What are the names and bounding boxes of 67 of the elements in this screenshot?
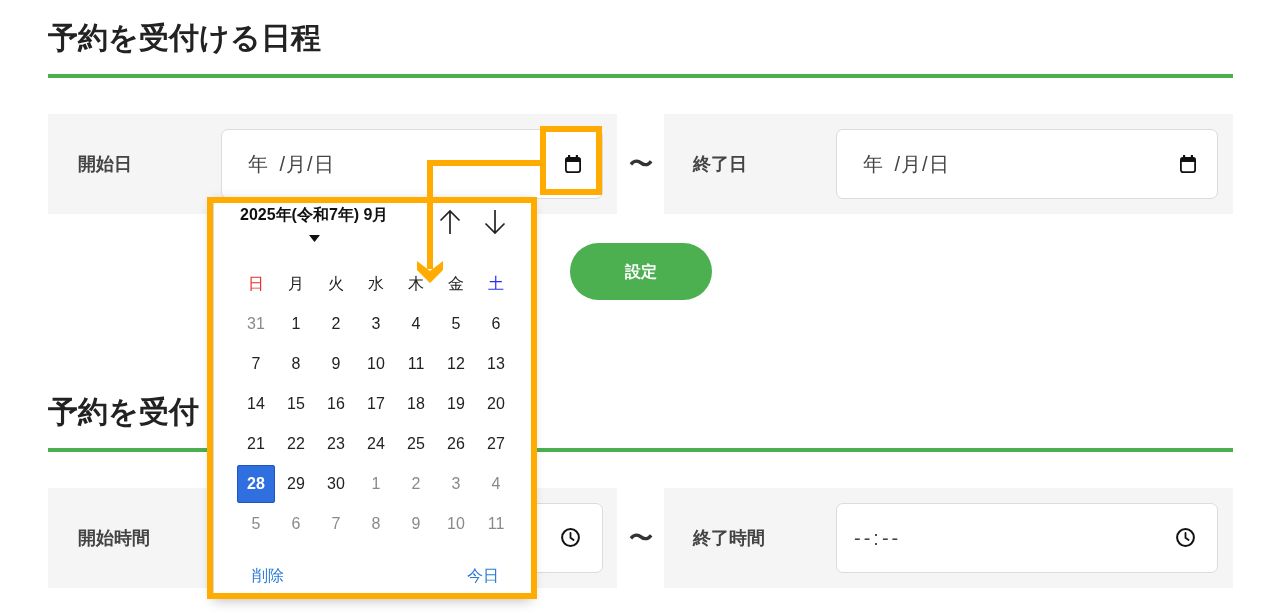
calendar-day[interactable]: 12: [437, 345, 475, 383]
field-label: 開始日: [78, 152, 133, 176]
section-heading: 予約を受付ける日程: [48, 20, 321, 56]
clear-link[interactable]: 削除: [252, 565, 284, 587]
calendar-day[interactable]: 31: [237, 305, 275, 343]
calendar-day[interactable]: 1: [357, 465, 395, 503]
calendar-day[interactable]: 8: [357, 505, 395, 543]
calendar-day[interactable]: 9: [317, 345, 355, 383]
calendar-day[interactable]: 6: [477, 305, 515, 343]
section-heading: 予約を受付: [48, 394, 199, 430]
calendar-day[interactable]: 7: [237, 345, 275, 383]
calendar-day[interactable]: 5: [437, 305, 475, 343]
weekday-label: 木: [407, 274, 425, 294]
weekday-label: 火: [327, 274, 345, 294]
calendar-day[interactable]: 1: [277, 305, 315, 343]
weekday-label: 日: [247, 274, 265, 294]
calendar-day[interactable]: 13: [477, 345, 515, 383]
calendar-day[interactable]: 11: [397, 345, 435, 383]
calendar-day[interactable]: 5: [237, 505, 275, 543]
calendar-day[interactable]: 2: [397, 465, 435, 503]
calendar-day[interactable]: 22: [277, 425, 315, 463]
calendar-day[interactable]: 10: [357, 345, 395, 383]
clock-icon[interactable]: [561, 528, 580, 547]
calendar-day[interactable]: 29: [277, 465, 315, 503]
range-separator: 〜: [627, 149, 654, 179]
calendar-day[interactable]: 10: [437, 505, 475, 543]
calendar-day[interactable]: 30: [317, 465, 355, 503]
calendar-icon[interactable]: [1179, 155, 1197, 173]
date-field[interactable]: 年 /月/日: [836, 129, 1218, 199]
calendar-day[interactable]: 28: [237, 465, 275, 503]
time-field[interactable]: --:--: [836, 503, 1218, 573]
calendar-day[interactable]: 3: [437, 465, 475, 503]
range-separator: 〜: [627, 523, 654, 553]
calendar-day[interactable]: 26: [437, 425, 475, 463]
weekday-label: 土: [487, 274, 505, 294]
clock-icon[interactable]: [1176, 528, 1195, 547]
calendar-day[interactable]: 9: [397, 505, 435, 543]
field-label: 開始時間: [78, 526, 151, 550]
calendar-day[interactable]: 4: [397, 305, 435, 343]
calendar-day[interactable]: 18: [397, 385, 435, 423]
calendar-day[interactable]: 16: [317, 385, 355, 423]
calendar-day[interactable]: 27: [477, 425, 515, 463]
calendar-day[interactable]: 25: [397, 425, 435, 463]
calendar-day[interactable]: 14: [237, 385, 275, 423]
calendar-day[interactable]: 21: [237, 425, 275, 463]
weekday-label: 月: [287, 274, 305, 294]
field-label: 終了日: [693, 152, 748, 176]
calendar-day[interactable]: 15: [277, 385, 315, 423]
weekday-label: 水: [367, 274, 385, 294]
up-arrow-icon[interactable]: [438, 209, 462, 235]
weekday-label: 金: [447, 274, 465, 294]
calendar-day[interactable]: 19: [437, 385, 475, 423]
calendar-day[interactable]: 2: [317, 305, 355, 343]
calendar-day[interactable]: 6: [277, 505, 315, 543]
month-year-selector[interactable]: 2025年(令和7年) 9月: [240, 205, 389, 225]
calendar-day[interactable]: 4: [477, 465, 515, 503]
caret-icon[interactable]: [308, 235, 320, 242]
today-link[interactable]: 今日: [467, 565, 499, 587]
calendar-day[interactable]: 20: [477, 385, 515, 423]
calendar-day[interactable]: 24: [357, 425, 395, 463]
calendar-icon[interactable]: [564, 155, 582, 173]
calendar-day[interactable]: 17: [357, 385, 395, 423]
calendar-day[interactable]: 3: [357, 305, 395, 343]
down-arrow-icon[interactable]: [483, 209, 507, 235]
field-label: 終了時間: [693, 526, 766, 550]
calendar-day[interactable]: 23: [317, 425, 355, 463]
calendar-day[interactable]: 8: [277, 345, 315, 383]
